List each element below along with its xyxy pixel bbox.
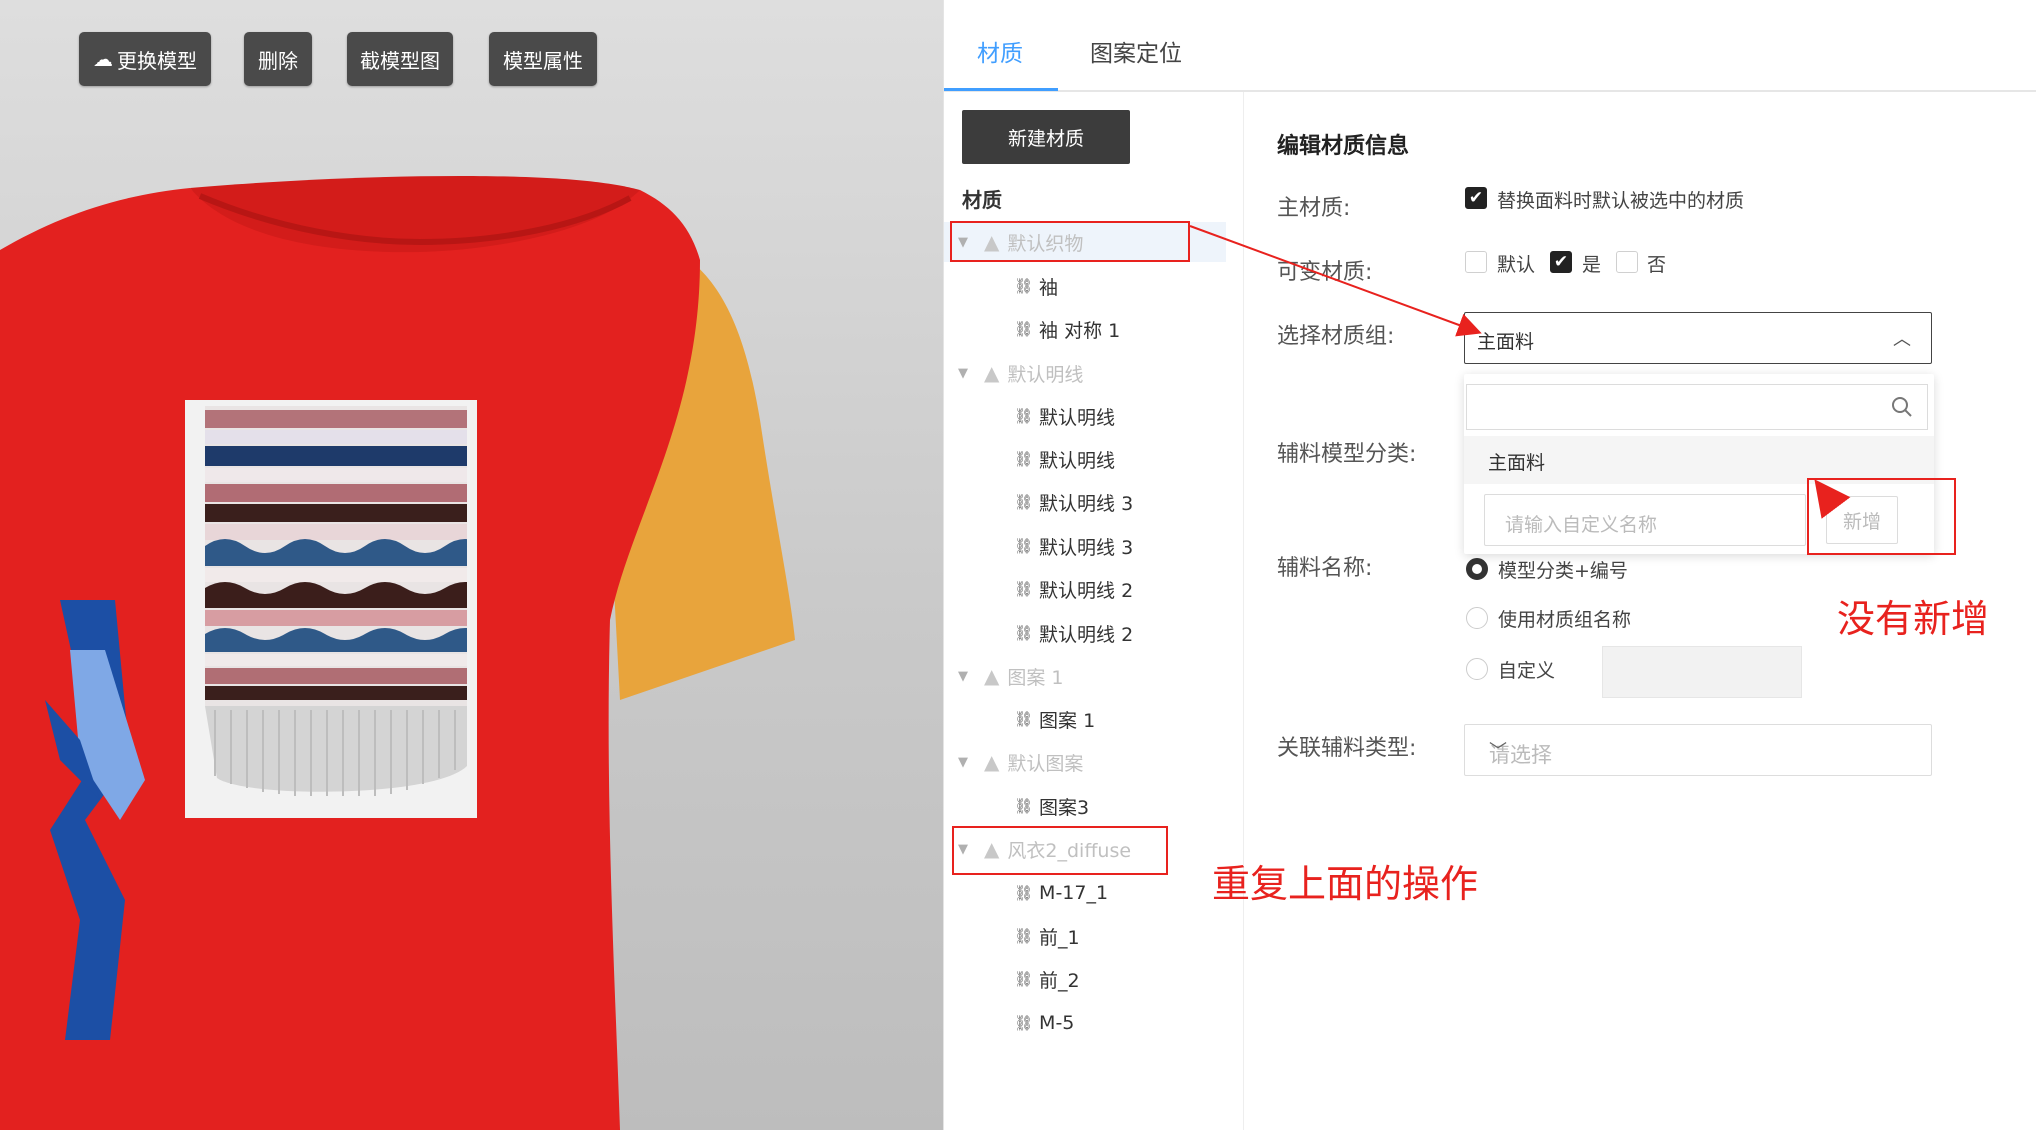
caret-down-icon[interactable]: ▼ bbox=[958, 235, 972, 250]
variable-yes-text: 是 bbox=[1582, 254, 1602, 276]
tab-bar: 材质 图案定位 bbox=[944, 8, 2036, 92]
custom-name-input[interactable] bbox=[1602, 646, 1802, 698]
screenshot-model-button[interactable]: 截模型图 bbox=[347, 32, 453, 86]
variable-default-text: 默认 bbox=[1497, 254, 1536, 276]
tree-leaf[interactable]: ⛓ 默认明线 bbox=[1014, 396, 1115, 436]
tree-leaf[interactable]: ⛓ 图案 1 bbox=[1014, 699, 1095, 739]
dropdown-option[interactable]: 主面料 bbox=[1464, 436, 1934, 484]
delete-button[interactable]: 删除 bbox=[244, 32, 312, 86]
mesh-icon: ⛓ bbox=[1014, 450, 1034, 468]
tree-leaf[interactable]: ⛓ 默认明线 2 bbox=[1014, 613, 1133, 653]
tree-title: 材质 bbox=[962, 188, 1002, 212]
mesh-icon: ⛓ bbox=[1014, 407, 1034, 425]
mesh-icon: ⛓ bbox=[1014, 927, 1034, 945]
tree-group-pattern-1[interactable]: ▼ ▲ 图案 1 bbox=[944, 656, 1226, 696]
add-group-button[interactable]: 新增 bbox=[1826, 496, 1898, 544]
chevron-down-icon: ﹀ bbox=[1489, 741, 1507, 762]
mesh-icon: ⛓ bbox=[1014, 797, 1034, 815]
main-material-checkbox[interactable]: ✔ bbox=[1465, 187, 1487, 209]
mesh-icon: ⛓ bbox=[1014, 970, 1034, 988]
knit-sweater-pattern bbox=[205, 406, 467, 796]
tab-material[interactable]: 材质 bbox=[977, 34, 1023, 68]
variable-material-label: 可变材质: bbox=[1277, 260, 1373, 285]
linked-type-select[interactable]: 请选择 ﹀ bbox=[1464, 724, 1932, 776]
accessory-name-label: 辅料名称: bbox=[1277, 556, 1373, 581]
custom-group-name-input[interactable]: 请输入自定义名称 bbox=[1484, 494, 1806, 546]
mesh-icon: ⛓ bbox=[1014, 580, 1034, 598]
search-icon bbox=[1892, 397, 1912, 417]
tab-pattern-position[interactable]: 图案定位 bbox=[1090, 34, 1182, 68]
material-group-icon: ▲ bbox=[984, 837, 1000, 861]
tree-leaf[interactable]: ⛓ 默认明线 3 bbox=[1014, 482, 1133, 522]
knit-pattern-card bbox=[185, 400, 477, 818]
mesh-icon: ⛓ bbox=[1014, 710, 1034, 728]
variable-yes-checkbox[interactable]: ✔ bbox=[1550, 251, 1572, 273]
tree-group-default-fabric[interactable]: ▼ ▲ 默认织物 bbox=[944, 222, 1226, 262]
mesh-icon: ⛓ bbox=[1014, 1014, 1034, 1032]
active-tab-indicator bbox=[944, 88, 1058, 91]
tree-group-windbreaker-diffuse[interactable]: ▼ ▲ 风衣2_diffuse bbox=[944, 829, 1226, 869]
model-viewport[interactable]: ☁ 更换模型 删除 截模型图 模型属性 bbox=[0, 0, 943, 1130]
linked-type-label: 关联辅料类型: bbox=[1277, 736, 1417, 761]
tree-leaf[interactable]: ⛓ 前_2 bbox=[1014, 959, 1080, 999]
tree-group-default-topstitch[interactable]: ▼ ▲ 默认明线 bbox=[944, 353, 1226, 393]
name-option-group-radio[interactable] bbox=[1466, 607, 1488, 629]
dropdown-search-input[interactable] bbox=[1466, 384, 1928, 430]
mesh-icon: ⛓ bbox=[1014, 277, 1034, 295]
variable-no-text: 否 bbox=[1647, 254, 1667, 276]
material-group-select[interactable]: 主面料 ︿ bbox=[1464, 312, 1932, 364]
material-group-label: 选择材质组: bbox=[1277, 324, 1395, 349]
mesh-icon: ⛓ bbox=[1014, 884, 1034, 902]
material-group-dropdown: 主面料 请输入自定义名称 新增 bbox=[1464, 374, 1934, 554]
tree-leaf[interactable]: ⛓ M-5 bbox=[1014, 1003, 1074, 1043]
caret-down-icon[interactable]: ▼ bbox=[958, 366, 972, 381]
change-model-button[interactable]: ☁ 更换模型 bbox=[79, 32, 211, 86]
tree-leaf[interactable]: ⛓ 袖 bbox=[1014, 266, 1058, 306]
name-option-custom-text: 自定义 bbox=[1498, 660, 1556, 682]
name-option-category-radio[interactable] bbox=[1466, 558, 1488, 580]
material-group-icon: ▲ bbox=[984, 230, 1000, 254]
tree-group-default-pattern[interactable]: ▼ ▲ 默认图案 bbox=[944, 742, 1226, 782]
main-material-label: 主材质: bbox=[1277, 196, 1351, 221]
mesh-icon: ⛓ bbox=[1014, 493, 1034, 511]
caret-down-icon[interactable]: ▼ bbox=[958, 669, 972, 684]
mesh-icon: ⛓ bbox=[1014, 320, 1034, 338]
main-material-checkbox-text: 替换面料时默认被选中的材质 bbox=[1497, 190, 1745, 212]
material-group-icon: ▲ bbox=[984, 361, 1000, 385]
material-tree: 新建材质 材质 ▼ ▲ 默认织物 ⛓ 袖 ⛓ 袖 对称 1 ▼ ▲ 默认明线 ⛓ 默认… bbox=[944, 92, 1244, 1130]
right-panel: 材质 图案定位 新建材质 材质 ▼ ▲ 默认织物 ⛓ 袖 ⛓ 袖 对称 1 ▼ ▲ … bbox=[943, 0, 2036, 1130]
tree-leaf[interactable]: ⛓ 默认明线 2 bbox=[1014, 569, 1133, 609]
tree-leaf[interactable]: ⛓ 前_1 bbox=[1014, 916, 1080, 956]
name-option-custom-radio[interactable] bbox=[1466, 658, 1488, 680]
variable-default-checkbox[interactable] bbox=[1465, 251, 1487, 273]
form-title: 编辑材质信息 bbox=[1277, 134, 1410, 159]
caret-down-icon[interactable]: ▼ bbox=[958, 842, 972, 857]
chevron-up-icon: ︿ bbox=[1893, 329, 1911, 350]
tree-leaf[interactable]: ⛓ M-17_1 bbox=[1014, 873, 1108, 913]
caret-down-icon[interactable]: ▼ bbox=[958, 755, 972, 770]
tree-leaf[interactable]: ⛓ 图案3 bbox=[1014, 786, 1089, 826]
tree-leaf[interactable]: ⛓ 默认明线 3 bbox=[1014, 526, 1133, 566]
material-group-icon: ▲ bbox=[984, 750, 1000, 774]
annotation-no-add: 没有新增 bbox=[1837, 597, 1990, 641]
annotation-repeat: 重复上面的操作 bbox=[1212, 862, 1479, 906]
mesh-icon: ⛓ bbox=[1014, 624, 1034, 642]
cloud-icon: ☁ bbox=[93, 47, 113, 71]
tree-leaf[interactable]: ⛓ 袖 对称 1 bbox=[1014, 309, 1120, 349]
new-material-button[interactable]: 新建材质 bbox=[962, 110, 1130, 164]
name-option-group-text: 使用材质组名称 bbox=[1498, 609, 1632, 631]
mesh-icon: ⛓ bbox=[1014, 537, 1034, 555]
model-properties-button[interactable]: 模型属性 bbox=[489, 32, 597, 86]
material-group-icon: ▲ bbox=[984, 664, 1000, 688]
tree-leaf[interactable]: ⛓ 默认明线 bbox=[1014, 439, 1115, 479]
variable-no-checkbox[interactable] bbox=[1616, 251, 1638, 273]
accessory-category-label: 辅料模型分类: bbox=[1277, 442, 1417, 467]
name-option-category-text: 模型分类+编号 bbox=[1498, 560, 1628, 582]
